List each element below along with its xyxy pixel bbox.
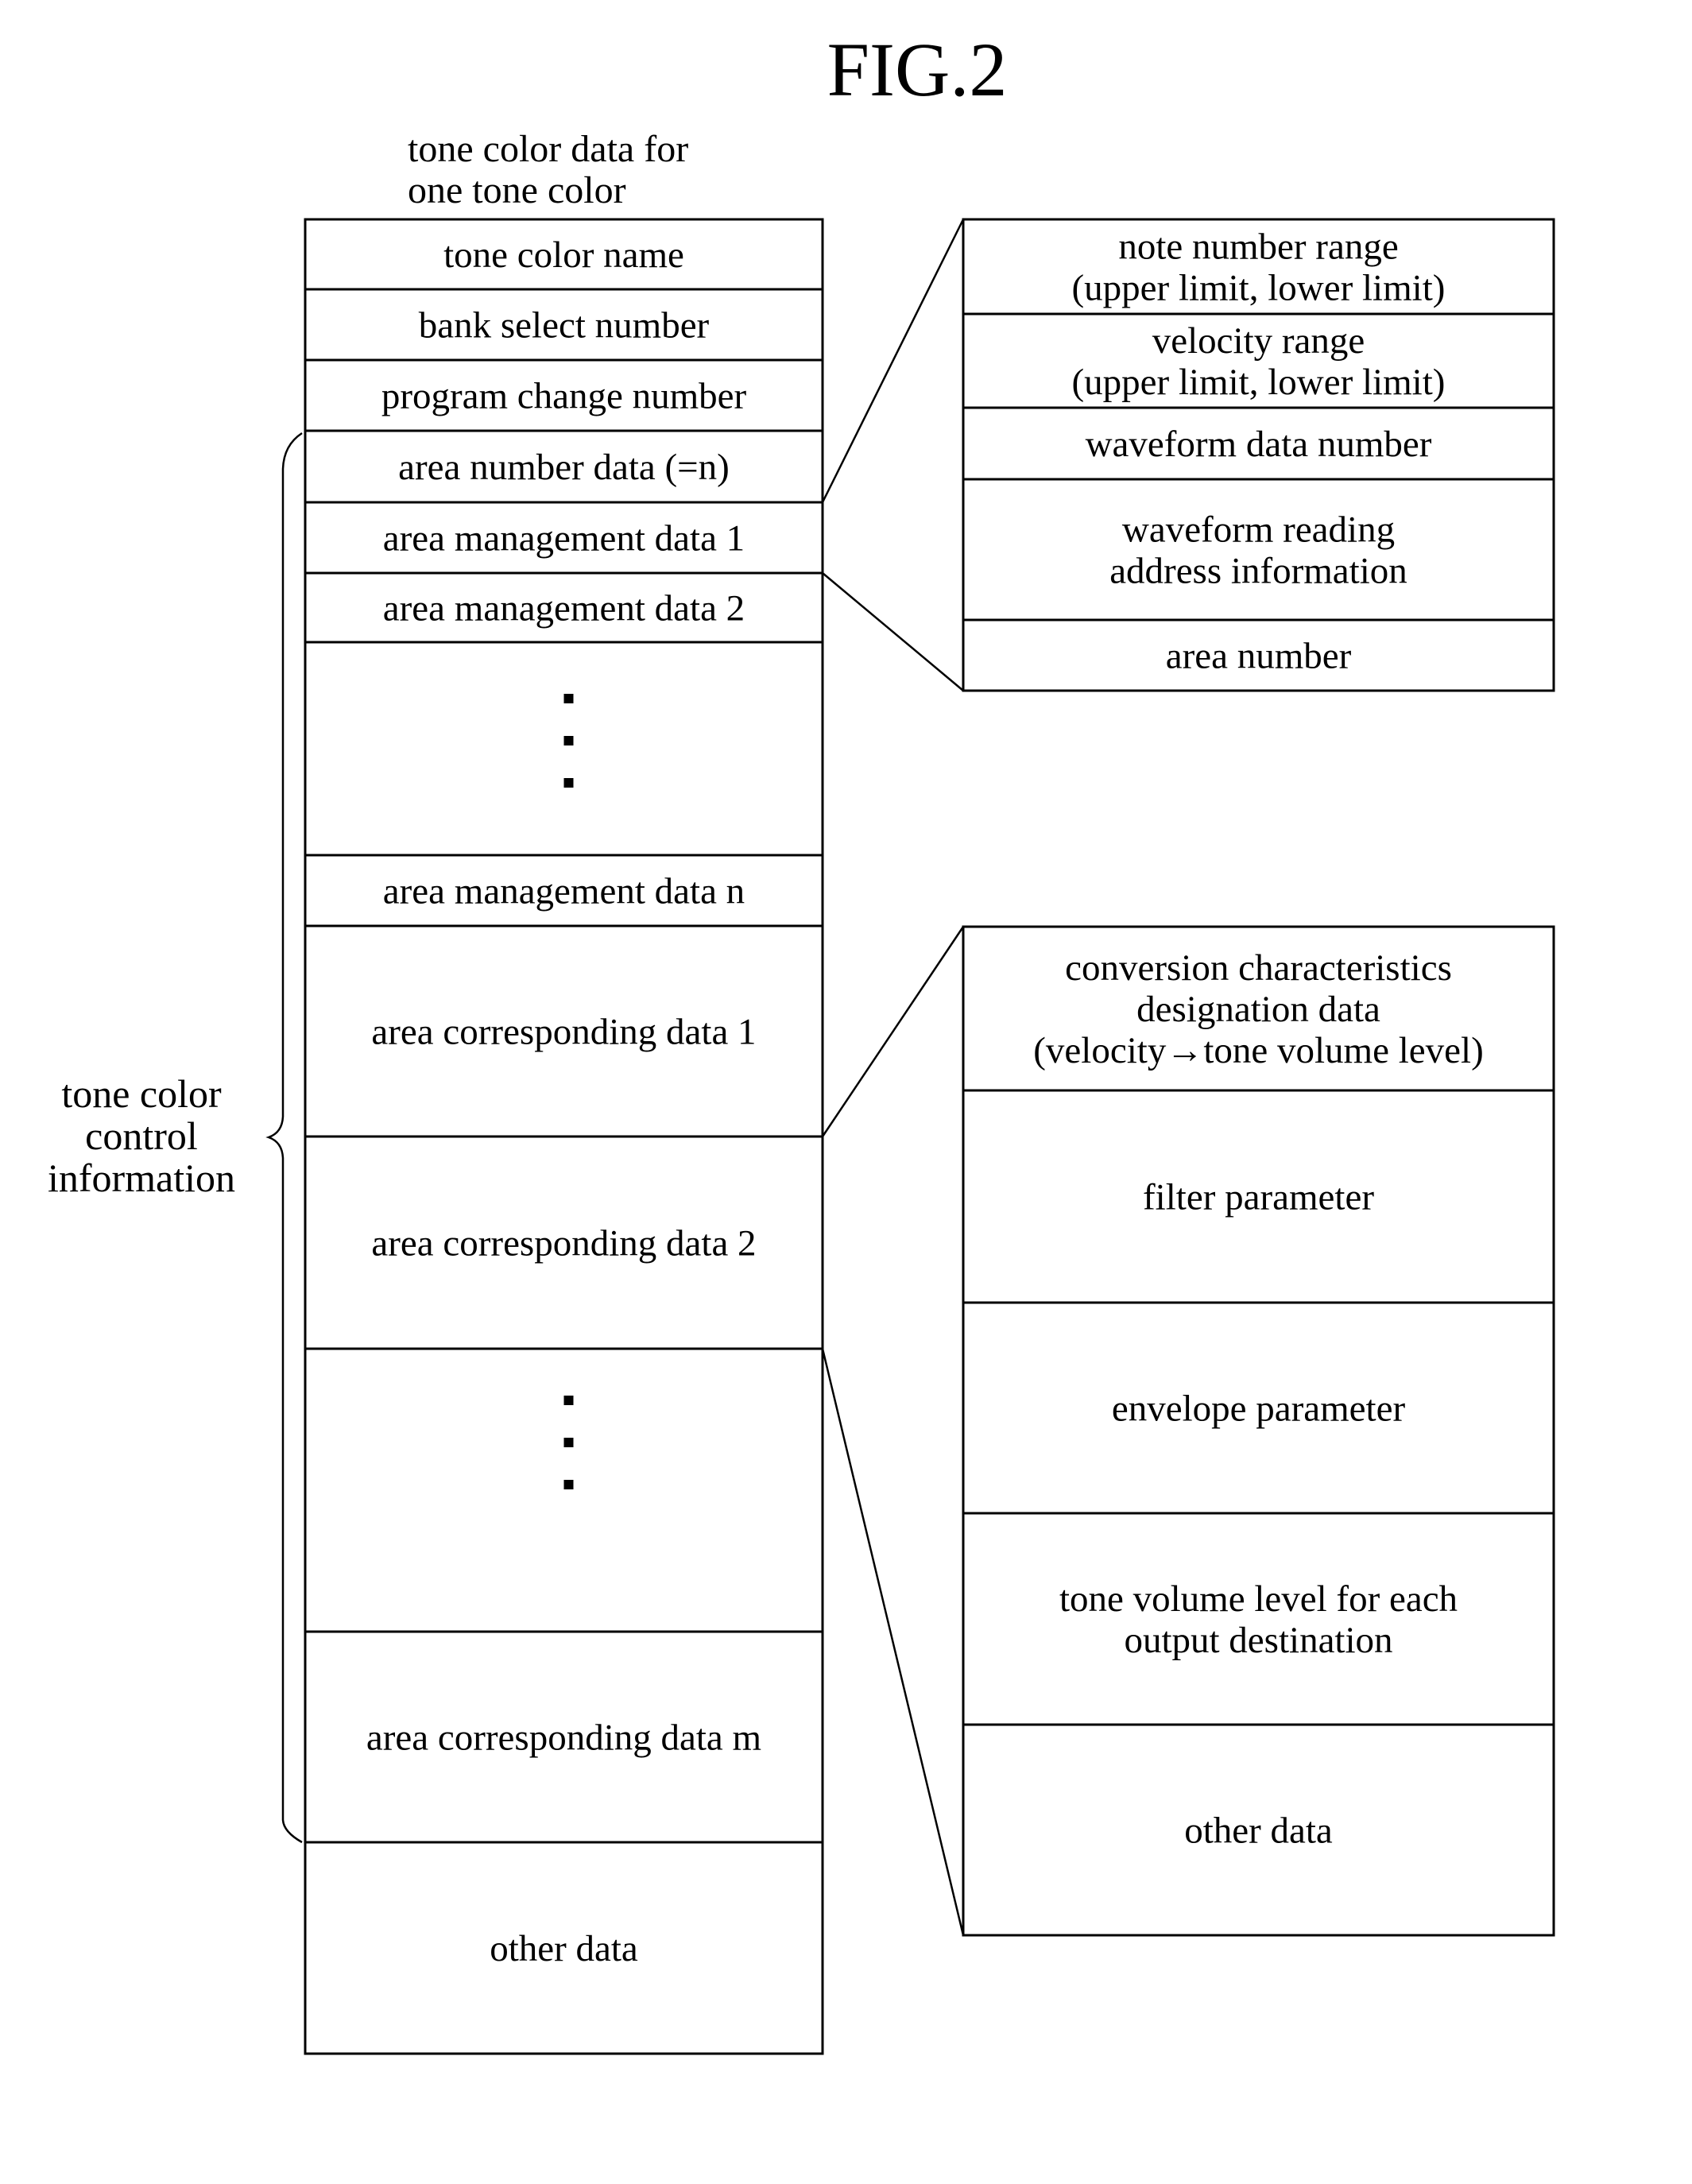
area-management-detail-cell-label: (upper limit, lower limit) (1072, 268, 1446, 309)
area-corresponding-detail-row-filter-parameter: filter parameter (962, 1089, 1555, 1304)
area-management-detail-cell-label: velocity range (1152, 320, 1365, 362)
main-table-row-area-management-data-n: area management data n (304, 854, 824, 927)
ellipsis-dot (563, 694, 574, 703)
main-table-cell-label: area corresponding data m (366, 1717, 761, 1759)
connector-line-bottom-lower (821, 1348, 965, 1936)
area-management-detail-row-waveform-reading: waveform readingaddress information (962, 478, 1555, 622)
area-corresponding-detail-cell-label: envelope parameter (1112, 1388, 1406, 1430)
area-management-detail-cell-label: address information (1109, 551, 1407, 592)
main-table-row-bank-select-number: bank select number (304, 288, 824, 362)
area-management-detail-cell-label: area number (1166, 636, 1352, 677)
main-table-cell (304, 1347, 824, 1633)
area-management-detail-row-velocity-range: velocity range(upper limit, lower limit) (962, 312, 1555, 409)
area-management-detail-cell-label: waveform reading (1122, 509, 1395, 551)
main-table-cell-label: area management data 1 (383, 518, 745, 560)
side-label-line-2: control (85, 1113, 198, 1158)
main-table-row-area-management-data-2: area management data 2 (304, 571, 824, 644)
main-table-cell-label: bank select number (419, 305, 710, 347)
area-management-detail-cell-label: note number range (1118, 227, 1398, 268)
main-table-cell-label: tone color name (443, 234, 684, 276)
main-table-row-area-corresponding-data-2: area corresponding data 2 (304, 1135, 824, 1350)
connector-line-top-lower (822, 572, 964, 691)
connector-line-bottom-upper (821, 926, 965, 1137)
figure-canvas: FIG.2 tone color data for one tone color… (48, 27, 1555, 2055)
main-table-row-area-management-data-1: area management data 1 (304, 501, 824, 575)
main-table-ellipsis-row (304, 1347, 824, 1633)
main-table-row-tone-color-name: tone color name (304, 218, 824, 291)
area-corresponding-detail-cell-label: conversion characteristics (1065, 947, 1452, 989)
area-corresponding-detail-cell-label: (velocity→tone volume level) (1033, 1030, 1483, 1071)
main-table-cell-label: area management data 2 (383, 588, 745, 629)
main-table-cell-label: area corresponding data 1 (371, 1012, 756, 1053)
main-table-row-area-number-data-n: area number data (=n) (304, 429, 824, 504)
tone-color-control-brace (265, 432, 303, 1844)
area-corresponding-detail-cell-label: output destination (1124, 1620, 1392, 1661)
main-table-cell-label: area number data (=n) (398, 447, 730, 488)
side-label-line-3: information (48, 1156, 235, 1200)
main-table-row-area-corresponding-data-m: area corresponding data m (304, 1630, 824, 1844)
main-table-ellipsis-row (304, 641, 824, 857)
main-table-cell-label: area management data n (383, 871, 745, 912)
main-table-row-program-change-number: program change number (304, 358, 824, 432)
main-table-row-other-data: other data (304, 1841, 824, 2055)
area-corresponding-detail-row-other-data: other data (962, 1723, 1555, 1937)
area-corresponding-detail-cell-label: filter parameter (1143, 1177, 1374, 1218)
main-table-cell-label: other data (490, 1928, 638, 1969)
ellipsis-dot (563, 1480, 574, 1489)
connector-line-top-upper (821, 219, 965, 503)
ellipsis-dot (563, 1396, 574, 1405)
area-corresponding-detail-row-tone-volume-level-for-each: tone volume level for eachoutput destina… (962, 1512, 1555, 1726)
area-management-detail-row-area-number: area number (962, 618, 1555, 692)
figure-title: FIG.2 (827, 27, 1008, 112)
main-table-cell (304, 641, 824, 857)
area-management-detail-table: note number range(upper limit, lower lim… (962, 218, 1555, 692)
main-table-row-area-corresponding-data-1: area corresponding data 1 (304, 924, 824, 1138)
area-corresponding-detail-row-conversion-characteristics: conversion characteristicsdesignation da… (962, 925, 1555, 1092)
table-caption-line-1: tone color data for (408, 128, 688, 170)
area-corresponding-detail-table: conversion characteristicsdesignation da… (962, 925, 1555, 1937)
area-management-detail-row-waveform-data-number: waveform data number (962, 406, 1555, 481)
main-table: tone color name bank select number program… (304, 218, 824, 2055)
table-caption-line-2: one tone color (408, 169, 626, 211)
area-management-detail-cell-label: waveform data number (1086, 424, 1432, 465)
ellipsis-dot (563, 1438, 574, 1447)
area-management-detail-row-note-number-range: note number range(upper limit, lower lim… (962, 218, 1555, 316)
side-label-line-1: tone color (61, 1071, 222, 1116)
area-corresponding-detail-cell-label: other data (1184, 1810, 1333, 1852)
ellipsis-dot (563, 736, 574, 745)
area-management-detail-cell-label: (upper limit, lower limit) (1072, 362, 1446, 403)
area-corresponding-detail-cell-label: designation data (1136, 989, 1380, 1030)
area-corresponding-detail-row-envelope-parameter: envelope parameter (962, 1301, 1555, 1515)
area-corresponding-detail-cell-label: tone volume level for each (1059, 1578, 1458, 1620)
main-table-cell-label: area corresponding data 2 (371, 1223, 756, 1264)
ellipsis-dot (563, 778, 574, 788)
main-table-cell-label: program change number (381, 376, 747, 417)
